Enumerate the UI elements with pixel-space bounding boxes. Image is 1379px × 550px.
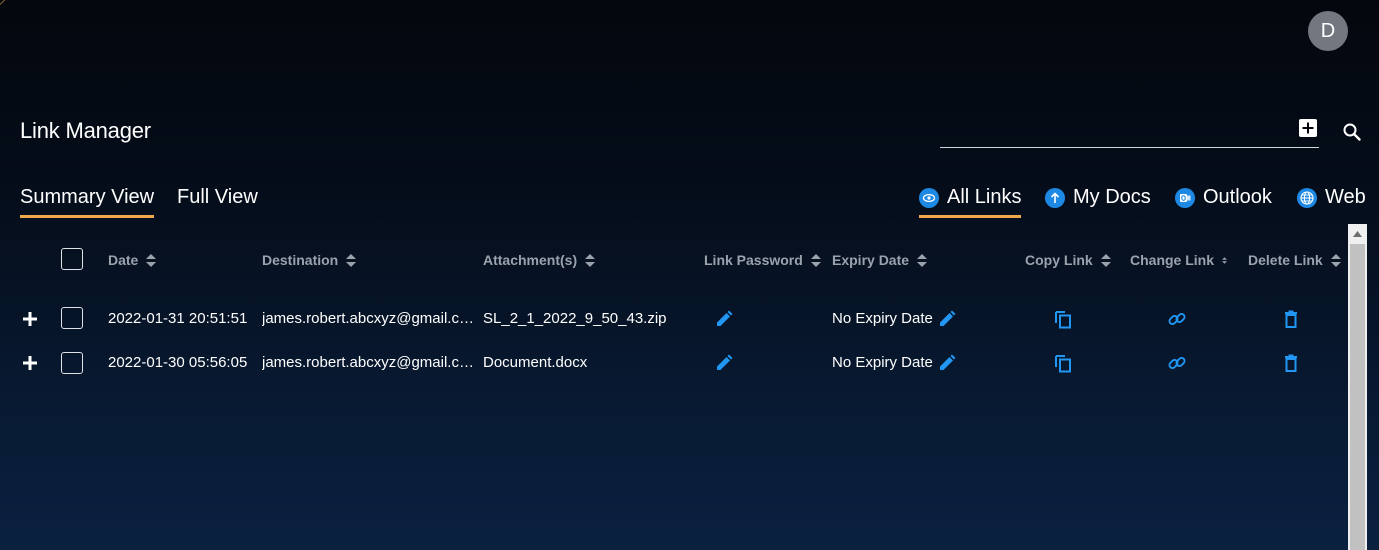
column-header-delete-link-label: Delete Link (1248, 252, 1323, 268)
search-bar (940, 114, 1319, 148)
outlook-icon (1175, 187, 1195, 208)
column-header-delete-link[interactable]: Delete Link (1248, 252, 1341, 268)
row-date: 2022-01-31 20:51:51 (108, 310, 248, 327)
row-expiry: No Expiry Date (832, 354, 933, 371)
row-destination: james.robert.abcxyz@gmail.c… (262, 354, 472, 371)
filter-web[interactable]: Web (1297, 186, 1366, 215)
row-expiry: No Expiry Date (832, 310, 933, 327)
column-header-copy-link[interactable]: Copy Link (1025, 252, 1111, 268)
sort-icon (585, 253, 596, 267)
row-destination: james.robert.abcxyz@gmail.c… (262, 310, 472, 327)
tab-full-view-label: Full View (177, 186, 258, 208)
link-icon[interactable] (1167, 309, 1187, 329)
avatar[interactable]: D (1308, 11, 1348, 51)
column-header-change-link[interactable]: Change Link (1130, 252, 1227, 268)
globe-icon (1297, 187, 1317, 208)
row-checkbox[interactable] (61, 307, 83, 329)
vertical-scrollbar[interactable] (1348, 224, 1367, 550)
column-header-expiry-date[interactable]: Expiry Date (832, 252, 928, 268)
link-icon[interactable] (1167, 353, 1187, 373)
trash-icon[interactable] (1281, 309, 1301, 329)
row-attachment: Document.docx (483, 354, 588, 371)
sort-icon (346, 253, 357, 267)
search-input[interactable] (940, 114, 1284, 146)
plus-icon[interactable] (23, 356, 37, 370)
select-all-checkbox[interactable] (61, 248, 83, 270)
tab-summary-view[interactable]: Summary View (20, 186, 155, 218)
page-title: Link Manager (20, 118, 151, 143)
chevron-up-icon (1353, 230, 1362, 237)
tab-full-view[interactable]: Full View (177, 186, 258, 215)
scrollbar-thumb[interactable] (1350, 244, 1365, 550)
avatar-initial: D (1320, 19, 1336, 42)
sort-icon (1222, 256, 1227, 264)
trash-icon[interactable] (1281, 353, 1301, 373)
add-box-icon[interactable] (1299, 119, 1317, 137)
sort-icon (810, 253, 821, 267)
filter-outlook[interactable]: Outlook (1175, 186, 1272, 215)
pencil-icon[interactable] (714, 353, 734, 373)
column-header-expiry-date-label: Expiry Date (832, 252, 910, 268)
decorative-arc (0, 0, 10, 10)
pencil-icon[interactable] (714, 309, 734, 329)
column-header-copy-link-label: Copy Link (1025, 252, 1093, 268)
eye-icon (919, 187, 939, 208)
column-header-destination[interactable]: Destination (262, 252, 357, 268)
filter-my-docs[interactable]: My Docs (1045, 186, 1151, 215)
column-header-link-password[interactable]: Link Password (704, 252, 821, 268)
row-attachment: SL_2_1_2022_9_50_43.zip (483, 310, 667, 327)
pencil-icon[interactable] (937, 309, 957, 329)
column-header-destination-label: Destination (262, 252, 339, 268)
copy-icon[interactable] (1053, 309, 1073, 329)
filter-all-links[interactable]: All Links (919, 186, 1022, 218)
copy-icon[interactable] (1053, 353, 1073, 373)
tab-summary-view-label: Summary View (20, 186, 155, 208)
pencil-icon[interactable] (937, 353, 957, 373)
filter-outlook-label: Outlook (1203, 186, 1272, 208)
scroll-up-button[interactable] (1348, 224, 1367, 243)
filter-web-label: Web (1325, 186, 1366, 208)
column-header-date[interactable]: Date (108, 252, 157, 268)
column-header-change-link-label: Change Link (1130, 252, 1215, 268)
column-header-link-password-label: Link Password (704, 252, 803, 268)
upload-icon (1045, 187, 1065, 208)
sort-icon (1100, 253, 1111, 267)
column-header-attachments-label: Attachment(s) (483, 252, 578, 268)
row-checkbox[interactable] (61, 352, 83, 374)
search-icon[interactable] (1342, 122, 1362, 142)
filter-all-links-label: All Links (947, 186, 1022, 208)
column-header-attachments[interactable]: Attachment(s) (483, 252, 596, 268)
filter-my-docs-label: My Docs (1073, 186, 1151, 208)
plus-icon[interactable] (23, 312, 37, 326)
sort-icon (146, 253, 157, 267)
sort-icon (917, 253, 928, 267)
row-date: 2022-01-30 05:56:05 (108, 354, 248, 371)
column-header-date-label: Date (108, 252, 139, 268)
sort-icon (1330, 253, 1341, 267)
